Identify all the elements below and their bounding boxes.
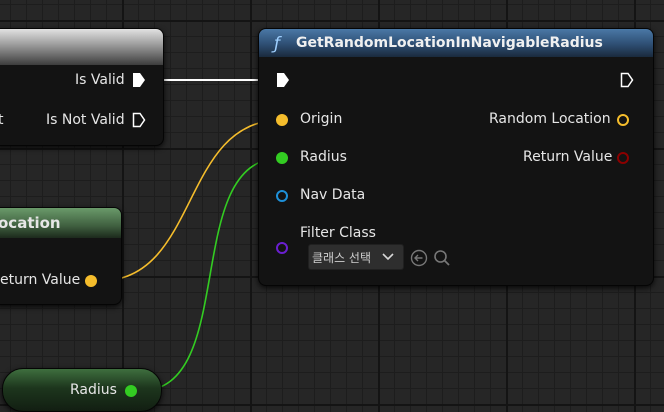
exec-pin-icon[interactable] — [132, 72, 146, 88]
exec-out-pin-icon[interactable] — [620, 72, 634, 88]
nav-data-pin-label: Nav Data — [300, 187, 366, 203]
exec-pin-icon[interactable] — [132, 112, 146, 128]
is-valid-pin-label: Is Valid — [75, 72, 125, 88]
float-pin-icon[interactable] — [125, 385, 137, 397]
node-title: GetRandomLocationInNavigableRadius — [296, 35, 603, 51]
origin-pin-label: Origin — [300, 111, 343, 127]
partial-pin-label: t — [0, 112, 4, 128]
is-not-valid-pin-label: Is Not Valid — [46, 112, 125, 128]
origin-pin-icon[interactable] — [276, 114, 288, 126]
random-location-pin-icon[interactable] — [617, 114, 629, 126]
return-value-pin-icon[interactable] — [617, 152, 629, 164]
return-value-out-pin-label: Return Value — [523, 149, 613, 165]
class-dropdown-value: 클래스 선택 — [312, 251, 372, 265]
return-value-pin-label: eturn Value — [0, 272, 81, 288]
use-selected-asset-icon[interactable] — [410, 249, 428, 267]
radius-pin-icon[interactable] — [276, 152, 288, 164]
chevron-down-icon — [382, 253, 394, 261]
filter-class-pin-icon[interactable] — [276, 242, 288, 254]
exec-in-pin-icon[interactable] — [276, 72, 290, 88]
is-valid-node-header — [0, 29, 163, 65]
radius-variable-label: Radius — [70, 382, 117, 398]
function-icon: ƒ — [274, 34, 280, 54]
nav-data-pin-icon[interactable] — [276, 190, 288, 202]
radius-pin-label: Radius — [300, 149, 347, 165]
random-location-pin-label: Random Location — [489, 111, 611, 127]
vector-pin-icon[interactable] — [85, 275, 97, 287]
get-location-node-title: ocation — [0, 214, 61, 232]
filter-class-pin-label: Filter Class — [300, 225, 376, 241]
browse-icon[interactable] — [433, 249, 451, 267]
